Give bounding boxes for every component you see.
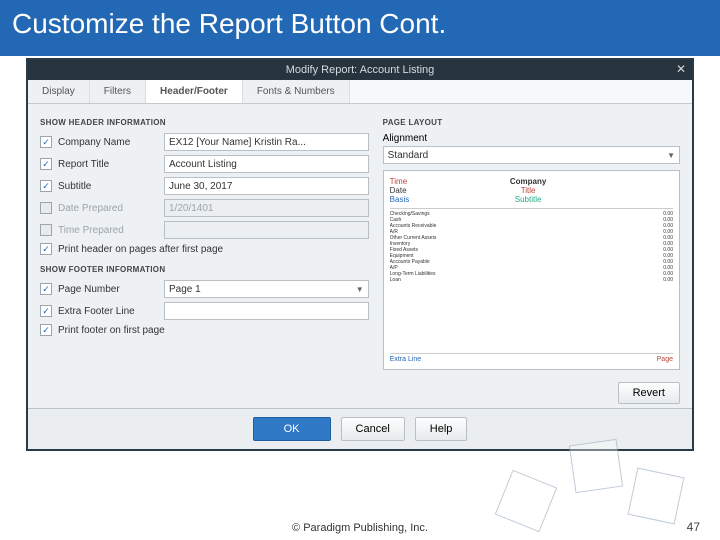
print-header-after-label: Print header on pages after first page [58,244,369,255]
chevron-down-icon: ▼ [356,285,364,294]
layout-preview: Time Date Basis Company Title Subtitle C… [383,170,680,370]
company-name-checkbox[interactable] [40,136,52,148]
print-header-after-checkbox[interactable] [40,243,52,255]
subtitle-checkbox[interactable] [40,180,52,192]
print-footer-first-label: Print footer on first page [58,325,369,336]
company-name-label: Company Name [58,137,158,148]
date-prepared-checkbox[interactable] [40,202,52,214]
extra-footer-label: Extra Footer Line [58,306,158,317]
tab-fonts-numbers[interactable]: Fonts & Numbers [243,80,350,103]
extra-footer-checkbox[interactable] [40,305,52,317]
preview-date: Date [390,186,410,195]
preview-time: Time [390,177,410,186]
footer-section-label: SHOW FOOTER INFORMATION [40,265,369,274]
company-name-input[interactable] [164,133,369,151]
extra-footer-input[interactable] [164,302,369,320]
print-footer-first-checkbox[interactable] [40,324,52,336]
preview-row: Loan0.00 [390,277,673,283]
preview-body: Checking/Savings0.00 Cash0.00Accounts Re… [390,208,673,351]
preview-title: Title [521,186,536,195]
slide-page-number: 47 [687,520,700,534]
chevron-down-icon: ▼ [667,151,675,160]
report-title-checkbox[interactable] [40,158,52,170]
date-prepared-input [164,199,369,217]
subtitle-label: Subtitle [58,181,158,192]
close-icon[interactable]: ✕ [676,62,686,76]
alignment-label: Alignment [383,133,680,144]
copyright-text: © Paradigm Publishing, Inc. [292,522,428,534]
modify-report-dialog: Modify Report: Account Listing ✕ Display… [26,58,694,451]
tab-bar: Display Filters Header/Footer Fonts & Nu… [28,80,692,104]
page-number-dropdown[interactable]: Page 1 ▼ [164,280,369,298]
page-layout-label: PAGE LAYOUT [383,118,680,127]
tab-header-footer[interactable]: Header/Footer [146,80,243,103]
alignment-dropdown[interactable]: Standard ▼ [383,146,680,164]
tab-filters[interactable]: Filters [90,80,146,103]
time-prepared-input [164,221,369,239]
report-title-input[interactable] [164,155,369,173]
header-section-label: SHOW HEADER INFORMATION [40,118,369,127]
page-number-label: Page Number [58,284,158,295]
report-title-label: Report Title [58,159,158,170]
date-prepared-label: Date Prepared [58,203,158,214]
time-prepared-label: Time Prepared [58,225,158,236]
dialog-titlebar: Modify Report: Account Listing ✕ [28,60,692,80]
help-button[interactable]: Help [415,417,468,441]
preview-subtitle: Subtitle [515,195,542,204]
subtitle-input[interactable] [164,177,369,195]
ok-button[interactable]: OK [253,417,331,441]
dialog-title: Modify Report: Account Listing [286,64,435,76]
page-number-checkbox[interactable] [40,283,52,295]
slide-footer: © Paradigm Publishing, Inc. [0,522,720,534]
slide-title-bar: Customize the Report Button Cont. [0,0,720,56]
slide-title: Customize the Report Button Cont. [12,8,708,40]
preview-page: Page [657,356,673,363]
preview-basis: Basis [390,195,410,204]
tab-display[interactable]: Display [28,80,90,103]
page-number-value: Page 1 [169,284,201,295]
preview-company: Company [510,177,546,186]
cancel-button[interactable]: Cancel [341,417,405,441]
preview-extra-line: Extra Line [390,356,422,363]
revert-button[interactable]: Revert [618,382,680,404]
time-prepared-checkbox[interactable] [40,224,52,236]
alignment-value: Standard [388,150,429,161]
